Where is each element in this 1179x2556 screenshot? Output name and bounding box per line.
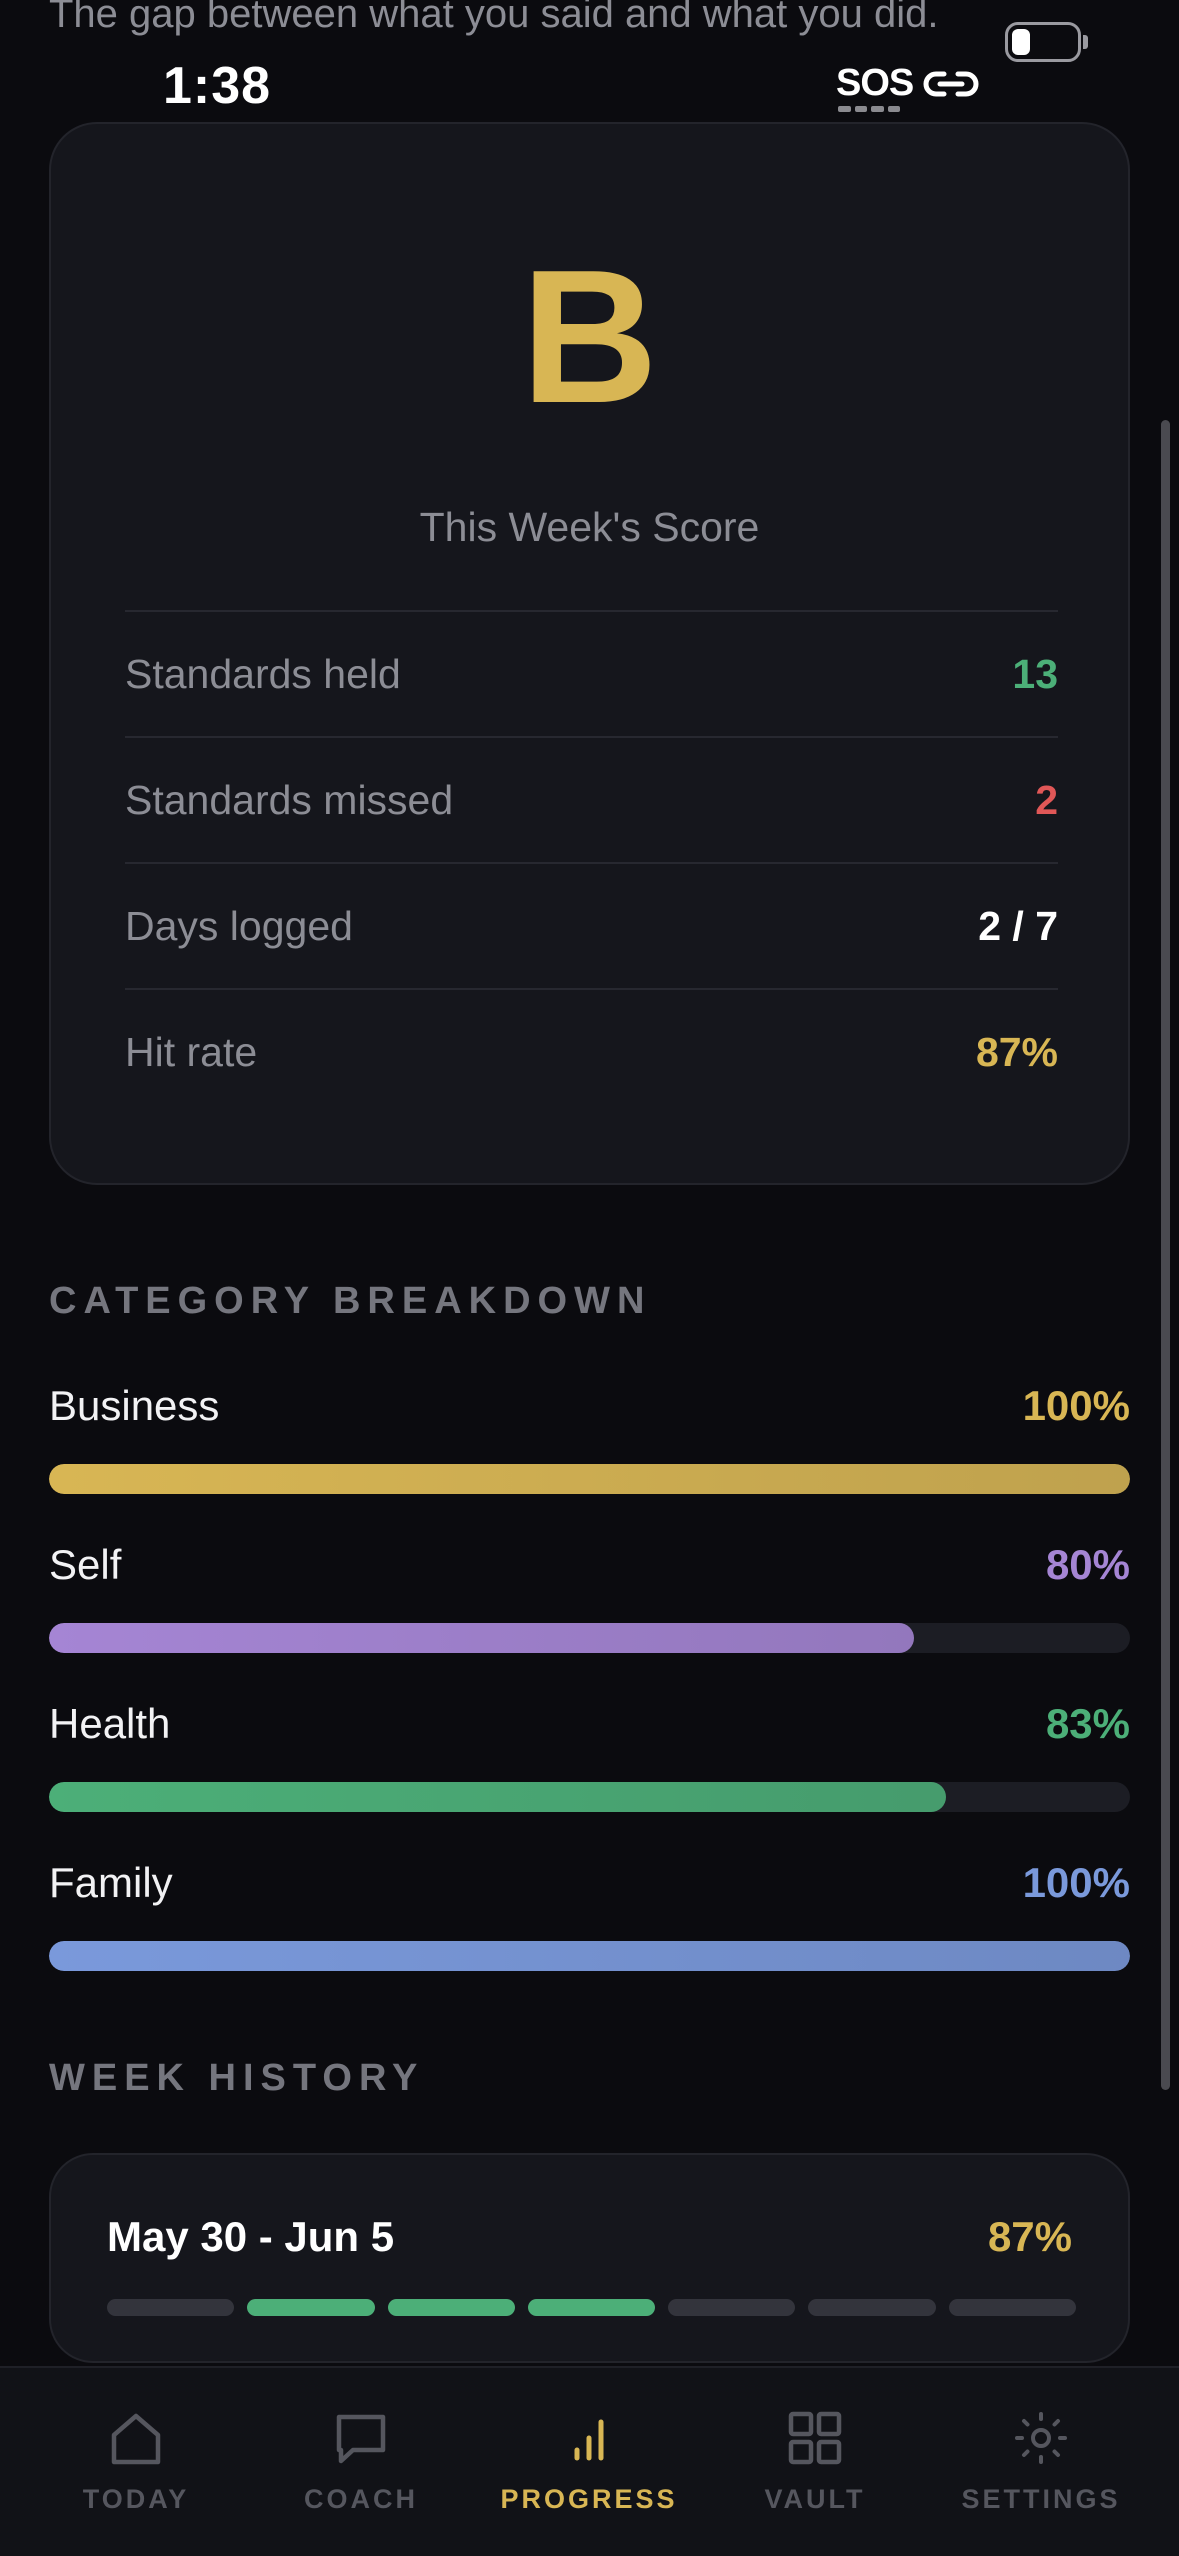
week-range: May 30 - Jun 5 bbox=[107, 2213, 395, 2260]
home-icon bbox=[111, 2413, 161, 2465]
week-day-hit bbox=[527, 2299, 656, 2316]
week-day-indicators bbox=[107, 2299, 1076, 2316]
stat-name: Standards held bbox=[125, 650, 401, 697]
signal-dots-icon bbox=[838, 106, 900, 112]
week-history-card[interactable]: May 30 - Jun 5 87% bbox=[49, 2153, 1130, 2363]
stat-value: 2 / 7 bbox=[978, 902, 1058, 949]
stat-row-standards-missed: Standards missed 2 bbox=[125, 736, 1058, 862]
category-name: Family bbox=[49, 1859, 173, 1906]
tab-label: COACH bbox=[304, 2484, 418, 2514]
stat-row-hit-rate: Hit rate 87% bbox=[125, 988, 1058, 1114]
scrollbar[interactable] bbox=[1161, 420, 1170, 2090]
category-family: Family 100% bbox=[49, 1859, 1130, 1971]
week-percent: 87% bbox=[987, 2213, 1072, 2260]
battery-icon bbox=[1005, 22, 1081, 62]
category-percent: 83% bbox=[1045, 1700, 1130, 1747]
chat-bubble-icon bbox=[336, 2414, 386, 2464]
category-name: Self bbox=[49, 1541, 122, 1588]
tab-coach[interactable]: COACH bbox=[243, 2368, 479, 2556]
category-health: Health 83% bbox=[49, 1700, 1130, 1812]
tab-label: VAULT bbox=[764, 2484, 866, 2514]
category-percent: 100% bbox=[1022, 1859, 1130, 1906]
stat-row-days-logged: Days logged 2 / 7 bbox=[125, 862, 1058, 988]
tab-label: SETTINGS bbox=[961, 2484, 1121, 2514]
week-day-hit bbox=[387, 2299, 515, 2316]
category-breakdown-title: CATEGORY BREAKDOWN bbox=[49, 1280, 652, 1322]
tab-progress[interactable]: PROGRESS bbox=[471, 2368, 707, 2556]
stat-name: Days logged bbox=[125, 902, 353, 949]
progress-screen: The gap between what you said and what y… bbox=[0, 0, 1179, 2556]
category-business: Business 100% bbox=[49, 1382, 1130, 1494]
week-day-empty bbox=[808, 2299, 936, 2316]
category-self: Self 80% bbox=[49, 1541, 1130, 1653]
tab-label: TODAY bbox=[82, 2484, 190, 2514]
tab-vault[interactable]: VAULT bbox=[697, 2368, 933, 2556]
category-progress-bar bbox=[49, 1782, 1130, 1812]
grade-letter: B bbox=[520, 231, 659, 443]
week-day-empty bbox=[948, 2299, 1076, 2316]
bar-chart-icon bbox=[574, 2419, 604, 2461]
week-day-empty bbox=[668, 2299, 796, 2316]
stat-name: Hit rate bbox=[125, 1028, 258, 1075]
tab-settings[interactable]: SETTINGS bbox=[923, 2368, 1159, 2556]
category-progress-fill bbox=[49, 1623, 914, 1653]
category-name: Business bbox=[49, 1382, 220, 1429]
weekly-score-card: B This Week's Score Standards held 13 St… bbox=[49, 122, 1130, 1185]
stat-value: 13 bbox=[1012, 650, 1058, 697]
status-bar: 1:38 SOS bbox=[0, 44, 1179, 128]
category-name: Health bbox=[49, 1700, 171, 1747]
stat-value: 2 bbox=[1035, 776, 1058, 823]
stat-name: Standards missed bbox=[125, 776, 454, 823]
bottom-tab-bar: TODAY COACH PROGRESS VAULT SETTINGS bbox=[0, 2366, 1179, 2556]
category-progress-bar bbox=[49, 1464, 1130, 1494]
grid-icon bbox=[788, 2411, 842, 2465]
score-stats: Standards held 13 Standards missed 2 Day… bbox=[125, 610, 1058, 1114]
week-day-empty bbox=[107, 2299, 235, 2316]
status-time: 1:38 bbox=[163, 57, 272, 115]
category-progress-fill bbox=[49, 1941, 1130, 1971]
category-progress-fill bbox=[49, 1782, 947, 1812]
category-progress-fill bbox=[49, 1464, 1130, 1494]
tab-label: PROGRESS bbox=[500, 2484, 678, 2514]
week-day-hit bbox=[247, 2299, 375, 2316]
page-subtitle: The gap between what you said and what y… bbox=[49, 0, 939, 36]
satellite-link-icon bbox=[923, 71, 979, 97]
week-history-title: WEEK HISTORY bbox=[49, 2057, 425, 2099]
category-progress-bar bbox=[49, 1623, 1130, 1653]
category-percent: 100% bbox=[1022, 1382, 1130, 1429]
score-label: This Week's Score bbox=[419, 504, 760, 550]
stat-row-standards-held: Standards held 13 bbox=[125, 610, 1058, 736]
stat-value: 87% bbox=[975, 1028, 1058, 1075]
battery-cap bbox=[1083, 35, 1088, 49]
sos-indicator: SOS bbox=[836, 62, 914, 104]
gear-icon bbox=[1015, 2412, 1067, 2464]
category-percent: 80% bbox=[1045, 1541, 1130, 1588]
tab-today[interactable]: TODAY bbox=[18, 2368, 254, 2556]
category-progress-bar bbox=[49, 1941, 1130, 1971]
